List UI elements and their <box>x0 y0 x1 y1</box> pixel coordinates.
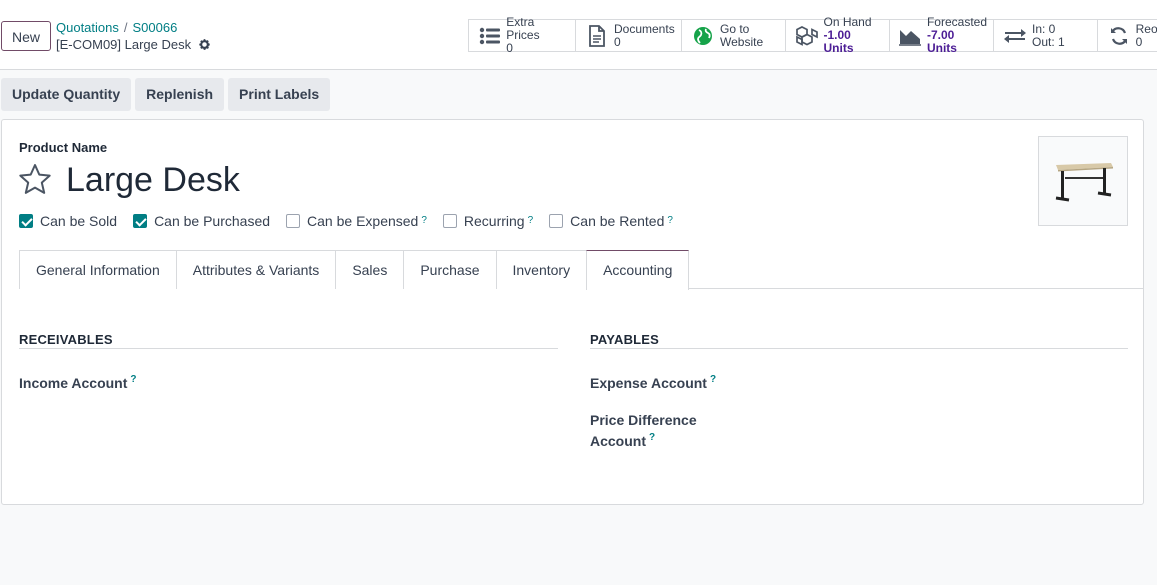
breadcrumb-separator: / <box>123 20 128 35</box>
new-button[interactable]: New <box>1 21 51 51</box>
product-name-field[interactable]: Large Desk <box>66 159 240 201</box>
breadcrumb-quotations[interactable]: Quotations <box>56 20 119 35</box>
tab-accounting[interactable]: Accounting <box>586 250 690 290</box>
checkbox-checked-icon <box>19 214 33 228</box>
notebook-tabs: General Information Attributes & Variant… <box>19 250 1143 290</box>
go-to-label: Go to <box>720 21 750 36</box>
smart-buttons: Extra Prices 0 Documents 0 Go to Website On… <box>468 16 1157 55</box>
price-difference-line1: Price Difference <box>590 412 697 428</box>
replenish-button[interactable]: Replenish <box>135 78 225 111</box>
reordering-button[interactable]: Reordering0 <box>1098 20 1157 51</box>
can-be-rented-label: Can be Rented <box>570 213 665 229</box>
extra-prices-label: Extra Prices <box>506 15 540 42</box>
payables-section-title: PAYABLES <box>590 332 1128 349</box>
document-icon <box>584 24 610 47</box>
area-chart-icon <box>898 25 923 47</box>
price-difference-line2: Account <box>590 433 646 449</box>
receivables-section-title: RECEIVABLES <box>19 332 558 349</box>
expense-account-label: Expense Account? <box>590 373 716 394</box>
website-label: Website <box>720 34 764 49</box>
out-count: Out: 1 <box>1032 34 1065 49</box>
can-be-sold-checkbox[interactable]: Can be Sold <box>19 213 117 229</box>
tab-purchase[interactable]: Purchase <box>403 250 497 289</box>
tab-sales[interactable]: Sales <box>335 250 405 289</box>
reordering-value: 0 <box>1135 34 1143 49</box>
globe-icon <box>690 25 716 47</box>
refresh-icon <box>1106 25 1132 47</box>
breadcrumb: Quotations / S00066 <box>56 20 177 36</box>
extra-prices-value: 0 <box>506 41 513 55</box>
help-tooltip[interactable]: ? <box>649 432 655 443</box>
extra-prices-button[interactable]: Extra Prices 0 <box>469 16 576 55</box>
star-icon[interactable] <box>18 163 52 200</box>
documents-label: Documents <box>614 21 675 36</box>
form-sheet: Product Name Large Desk Can be Sold Can … <box>1 119 1144 505</box>
help-tooltip[interactable]: ? <box>710 374 716 385</box>
income-account-text: Income Account <box>19 375 128 391</box>
can-be-expensed-checkbox[interactable]: Can be Expensed? <box>286 213 427 229</box>
cubes-icon <box>794 25 820 47</box>
can-be-sold-label: Can be Sold <box>40 213 118 229</box>
checkbox-unchecked-icon <box>549 214 564 228</box>
product-name-label: Product Name <box>19 140 108 155</box>
can-be-expensed-label: Can be Expensed <box>307 213 419 229</box>
documents-button[interactable]: Documents 0 <box>576 20 682 51</box>
breadcrumb-order[interactable]: S00066 <box>133 20 178 35</box>
list-icon <box>477 25 502 47</box>
in-out-button[interactable]: In: 0 Out: 1 <box>994 20 1098 51</box>
can-be-rented-checkbox[interactable]: Can be Rented? <box>549 213 673 229</box>
update-quantity-button[interactable]: Update Quantity <box>1 78 132 111</box>
record-title: [E-COM09] Large Desk <box>56 37 211 55</box>
go-to-website-button[interactable]: Go to Website <box>682 20 786 51</box>
forecasted-button[interactable]: Forecasted -7.00 Units <box>890 16 994 55</box>
action-buttons: Update Quantity Replenish Print Labels <box>1 78 331 111</box>
price-difference-account-label: Price Difference Account? <box>590 410 697 452</box>
recurring-checkbox[interactable]: Recurring? <box>442 213 533 229</box>
gear-icon[interactable] <box>198 38 211 55</box>
record-name: [E-COM09] Large Desk <box>56 37 192 52</box>
help-tooltip[interactable]: ? <box>130 374 136 385</box>
checkbox-unchecked-icon <box>442 214 457 228</box>
print-labels-button[interactable]: Print Labels <box>228 78 331 111</box>
in-count: In: 0 <box>1032 21 1056 36</box>
product-options: Can be Sold Can be Purchased Can be Expe… <box>19 213 689 229</box>
exchange-icon <box>1002 25 1028 47</box>
documents-value: 0 <box>614 34 621 49</box>
on-hand-button[interactable]: On Hand -1.00 Units <box>786 16 890 55</box>
can-be-purchased-checkbox[interactable]: Can be Purchased <box>133 213 270 229</box>
checkbox-checked-icon <box>133 214 148 228</box>
tab-inventory[interactable]: Inventory <box>495 250 588 289</box>
can-be-purchased-label: Can be Purchased <box>154 213 271 229</box>
control-panel: New Quotations / S00066 [E-COM09] Large De… <box>0 0 1157 70</box>
product-image[interactable] <box>1038 136 1128 226</box>
tab-general-information[interactable]: General Information <box>19 250 177 289</box>
income-account-label: Income Account? <box>19 373 137 394</box>
reordering-label: Reordering <box>1135 21 1157 36</box>
recurring-label: Recurring <box>463 213 525 229</box>
desk-image <box>1055 163 1113 202</box>
on-hand-value: -1.00 Units <box>823 28 854 55</box>
forecasted-value: -7.00 Units <box>926 28 957 55</box>
expense-account-text: Expense Account <box>590 375 707 391</box>
tab-attributes-variants[interactable]: Attributes & Variants <box>175 250 337 289</box>
checkbox-unchecked-icon <box>286 214 301 228</box>
